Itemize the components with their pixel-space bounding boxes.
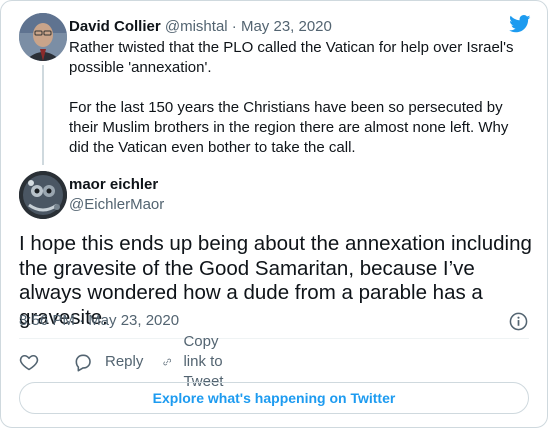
separator: · <box>231 18 237 35</box>
tweet-date[interactable]: May 23, 2020 <box>241 18 332 35</box>
heart-icon <box>19 354 39 371</box>
reply-button[interactable]: Reply <box>73 351 143 373</box>
parent-tweet-text: Rather twisted that the PLO called the V… <box>69 38 529 158</box>
avatar-portrait <box>19 13 67 61</box>
tweet-paragraph: Rather twisted that the PLO called the V… <box>69 39 514 76</box>
embedded-tweet-card: David Collier @mishtal · May 23, 2020 Ra… <box>0 0 548 428</box>
tweet-timestamp[interactable]: 8:56 PM · May 23, 2020 <box>19 311 179 331</box>
info-icon[interactable] <box>509 312 528 331</box>
copy-link-button[interactable]: Copy link to Tweet <box>163 333 235 390</box>
link-icon <box>163 358 171 366</box>
avatar[interactable] <box>19 13 67 61</box>
avatar[interactable] <box>19 171 67 219</box>
explore-twitter-button[interactable]: Explore what's happening on Twitter <box>19 382 529 414</box>
avatar-image <box>19 171 67 219</box>
author-name[interactable]: maor eichler <box>69 175 158 195</box>
tweet-paragraph: For the last 150 years the Christians ha… <box>69 99 509 156</box>
author-name[interactable]: David Collier <box>69 18 161 35</box>
divider <box>19 338 529 339</box>
reply-label: Reply <box>105 353 144 370</box>
twitter-bird-icon[interactable] <box>509 15 531 33</box>
parent-tweet-header: David Collier @mishtal · May 23, 2020 <box>69 17 332 37</box>
author-handle[interactable]: @EichlerMaor <box>69 195 164 215</box>
thread-line <box>42 65 44 165</box>
reply-icon <box>75 354 91 372</box>
like-button[interactable] <box>19 351 39 373</box>
author-handle[interactable]: @mishtal <box>165 18 228 35</box>
